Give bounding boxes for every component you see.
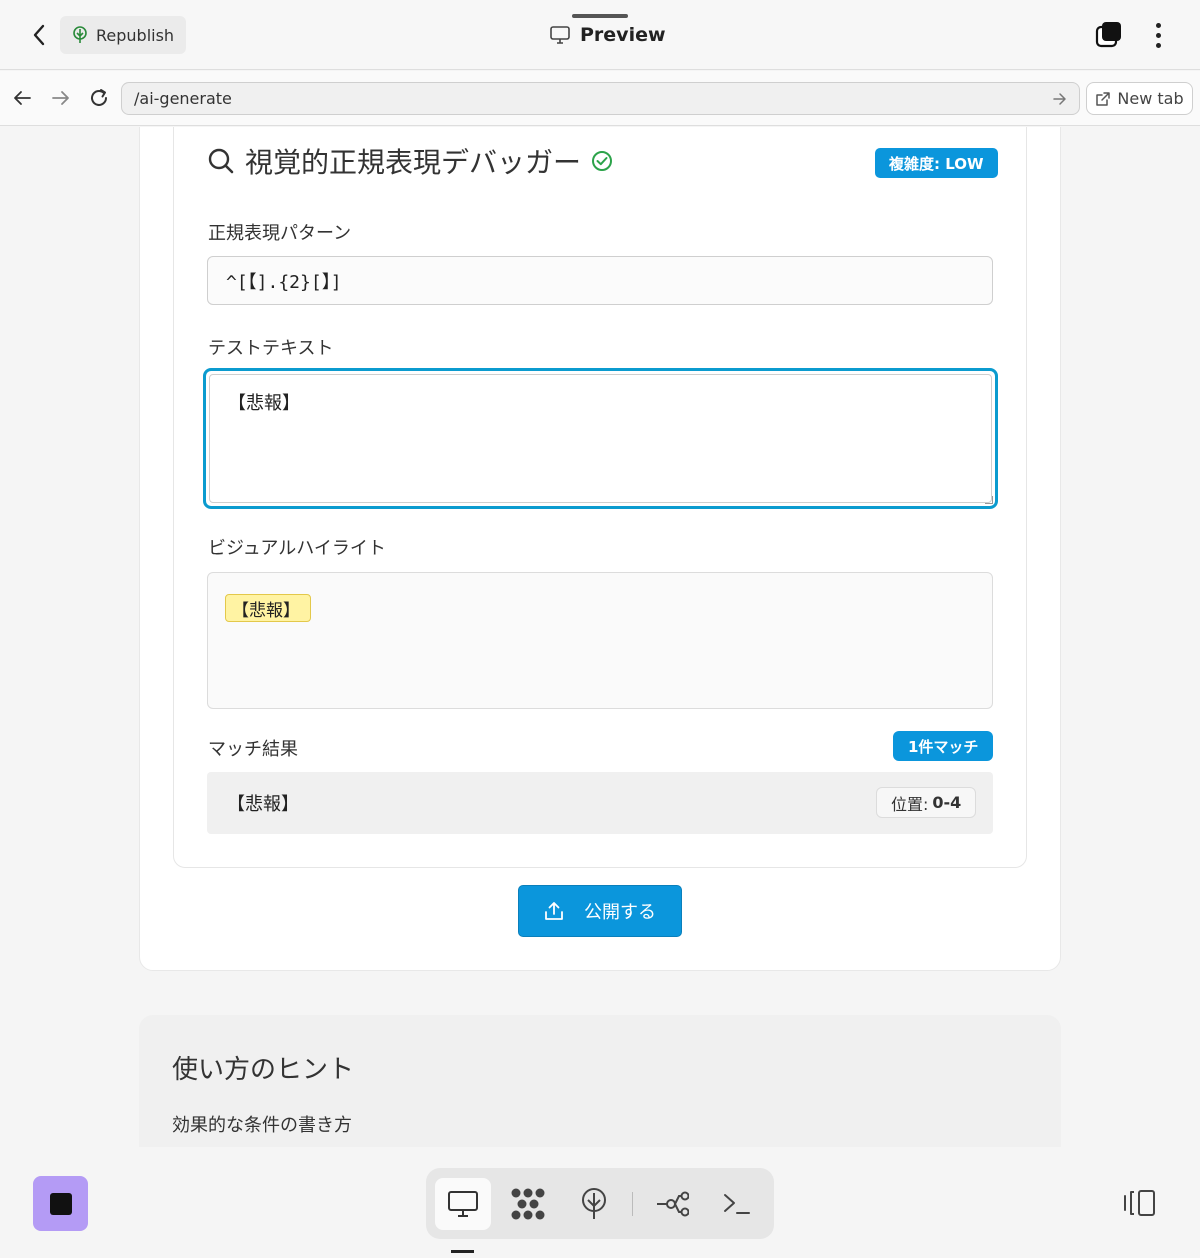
resize-handle[interactable] [985, 496, 993, 504]
bottom-toolbar [0, 1147, 1200, 1258]
preview-label: Preview [580, 24, 666, 46]
home-indicator [451, 1250, 474, 1253]
publish-button[interactable]: 公開する [518, 885, 682, 937]
position-label: 位置: [891, 794, 929, 814]
test-text-value[interactable]: 【悲報】 [209, 374, 992, 503]
match-result-text: 【悲報】 [227, 794, 299, 815]
highlight-label: ビジュアルハイライト [208, 538, 386, 559]
test-text-area[interactable]: 【悲報】 [203, 368, 998, 509]
drag-handle[interactable] [572, 14, 628, 18]
kebab-dot [1155, 22, 1161, 28]
preview-title: Preview [550, 20, 666, 50]
stop-button[interactable] [33, 1176, 88, 1231]
nav-forward-button[interactable] [48, 85, 74, 111]
publish-label: 公開する [584, 902, 656, 923]
test-text-label: テストテキスト [208, 338, 334, 359]
dock-tree-button[interactable] [566, 1178, 622, 1230]
tabs-icon [1095, 22, 1121, 48]
new-tab-button[interactable]: New tab [1086, 82, 1193, 115]
tool-title-row: 視覚的正規表現デバッガー [207, 141, 613, 181]
dock-apps-button[interactable] [500, 1178, 556, 1230]
menu-button[interactable] [1146, 20, 1170, 50]
view-dock [426, 1168, 774, 1239]
go-arrow-icon[interactable] [1051, 90, 1069, 108]
top-bar: Republish Preview [0, 0, 1200, 70]
back-button[interactable] [26, 22, 52, 48]
hints-card: 使い方のヒント 効果的な条件の書き方 [139, 1015, 1061, 1147]
kebab-dot [1155, 32, 1161, 38]
visual-highlight-box: 【悲報】 [207, 572, 993, 709]
tool-title: 視覚的正規表現デバッガー [245, 146, 582, 179]
terminal-icon [724, 1194, 750, 1214]
republish-label: Republish [96, 25, 175, 45]
hints-subtitle: 効果的な条件の書き方 [172, 1115, 352, 1136]
monitor-icon [448, 1191, 478, 1217]
reload-button[interactable] [86, 85, 112, 111]
match-result-row: 【悲報】 位置: 0-4 [207, 772, 993, 834]
tabs-button[interactable] [1094, 20, 1124, 50]
new-tab-label: New tab [1117, 89, 1184, 108]
panel-toggle-button[interactable] [1122, 1188, 1158, 1218]
search-icon [208, 148, 234, 174]
nav-back-button[interactable] [9, 85, 35, 111]
arrow-left-icon [14, 91, 31, 105]
flow-icon [657, 1191, 689, 1217]
tree-icon [582, 1188, 606, 1219]
upload-icon [545, 902, 563, 920]
dock-separator [632, 1192, 633, 1216]
tree-icon [73, 26, 87, 43]
highlighted-match: 【悲報】 [225, 594, 311, 622]
pattern-label: 正規表現パターン [208, 223, 352, 244]
browser-nav-bar: /ai-generate New tab [0, 71, 1200, 126]
complexity-badge: 複雑度: LOW [875, 148, 998, 178]
dock-flow-button[interactable] [644, 1178, 700, 1230]
dock-terminal-button[interactable] [709, 1178, 765, 1230]
stop-icon [49, 1192, 72, 1215]
arrow-right-icon [52, 91, 69, 105]
dock-preview-button[interactable] [435, 1178, 491, 1230]
monitor-icon [550, 26, 570, 44]
page-content[interactable]: 視覚的正規表現デバッガー 複雑度: LOW 正規表現パターン ^[【].{2}[… [0, 127, 1200, 1147]
kebab-dot [1155, 42, 1161, 48]
regex-pattern-input[interactable]: ^[【].{2}[】] [207, 256, 993, 305]
url-text: /ai-generate [134, 89, 232, 108]
chevron-left-icon [33, 24, 45, 46]
match-count-badge: 1件マッチ [893, 731, 994, 761]
position-value: 0-4 [932, 793, 962, 812]
hints-title: 使い方のヒント [172, 1055, 355, 1085]
sidebar-toggle-icon [1124, 1190, 1155, 1216]
grid-blob-icon [511, 1188, 545, 1220]
results-label: マッチ結果 [208, 739, 298, 760]
reload-icon [91, 89, 107, 106]
position-badge: 位置: 0-4 [876, 787, 977, 818]
external-link-icon [1096, 91, 1111, 106]
republish-button[interactable]: Republish [60, 16, 187, 54]
url-bar[interactable]: /ai-generate [121, 82, 1080, 115]
check-circle-icon [592, 151, 613, 171]
